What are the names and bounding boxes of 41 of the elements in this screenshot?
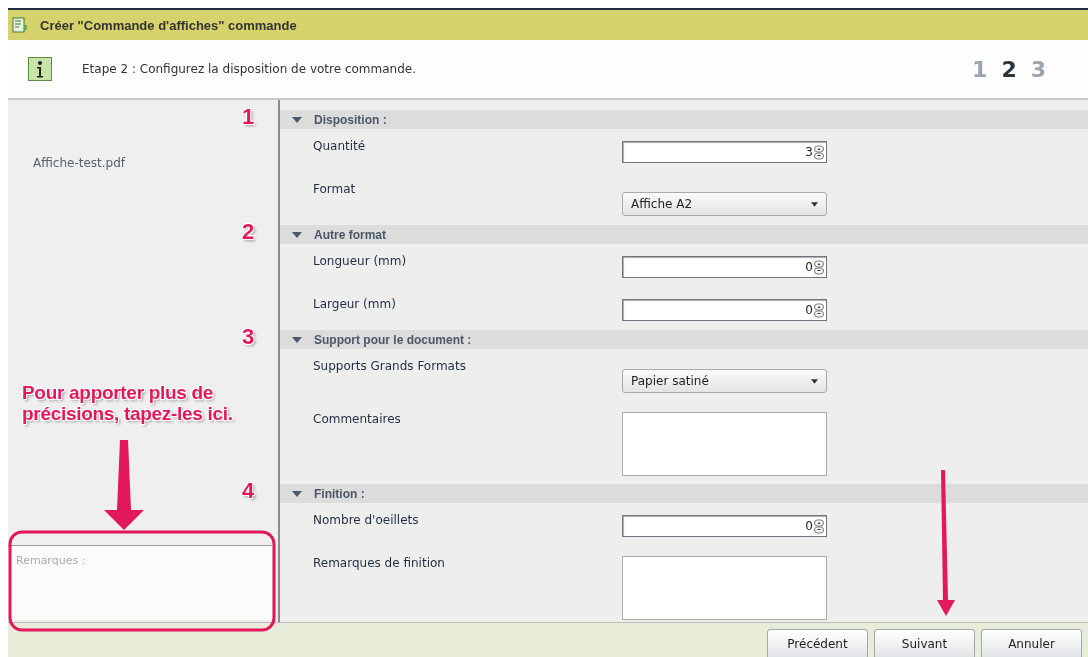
- caret-icon: [811, 378, 818, 384]
- nav-button[interactable]: Suivant: [874, 629, 975, 657]
- step-marker: 2: [242, 219, 255, 245]
- step-description: Etape 2 : Configurez la disposition de votre commande.: [82, 62, 417, 76]
- dropdown[interactable]: Affiche A2: [622, 192, 827, 216]
- nav-button[interactable]: Annuler: [981, 629, 1082, 657]
- remarks-field[interactable]: Remarques :: [8, 545, 272, 620]
- step-marker: 1: [242, 104, 255, 130]
- field-label: Supports Grands Formats: [312, 358, 467, 373]
- section-header[interactable]: Autre format: [280, 225, 1088, 244]
- field-label: Largeur (mm): [312, 296, 397, 311]
- nav-button[interactable]: Précédent: [767, 629, 868, 657]
- section-header[interactable]: Support pour le document :: [280, 330, 1088, 349]
- step-number: 3: [1030, 56, 1046, 82]
- spinner-icon[interactable]: [814, 259, 824, 275]
- spinner-icon[interactable]: [814, 302, 824, 318]
- number-field[interactable]: 0: [622, 299, 827, 321]
- step-marker: 3: [242, 324, 255, 350]
- number-field[interactable]: 0: [622, 515, 827, 537]
- callout-text: Pour apporter plus de précisions, tapez-les ici.: [22, 382, 234, 424]
- dropdown[interactable]: Papier satiné: [622, 369, 827, 393]
- spinner-icon[interactable]: [814, 518, 824, 534]
- info-icon: [28, 57, 52, 81]
- field-label: Quantité: [312, 138, 367, 153]
- field-label: Nombre d'oeillets: [312, 512, 420, 527]
- caret-icon: [811, 201, 818, 207]
- document-icon: [12, 17, 28, 33]
- file-name: Affiche-test.pdf: [33, 156, 127, 170]
- number-field[interactable]: 3: [622, 141, 827, 163]
- field-label: Format: [312, 181, 357, 196]
- step-number: 1: [972, 56, 988, 82]
- section-header[interactable]: Disposition :: [280, 110, 1088, 129]
- step-marker: 4: [242, 478, 255, 504]
- section-header[interactable]: Finition :: [280, 484, 1088, 503]
- field-label: Longueur (mm): [312, 253, 408, 268]
- number-field[interactable]: 0: [622, 256, 827, 278]
- spinner-icon[interactable]: [814, 144, 824, 160]
- field-label: Remarques de finition: [312, 555, 446, 570]
- field-label: Commentaires: [312, 411, 402, 426]
- step-number: 2: [1001, 56, 1017, 82]
- window-title: Créer "Commande d'affiches" commande: [40, 17, 297, 33]
